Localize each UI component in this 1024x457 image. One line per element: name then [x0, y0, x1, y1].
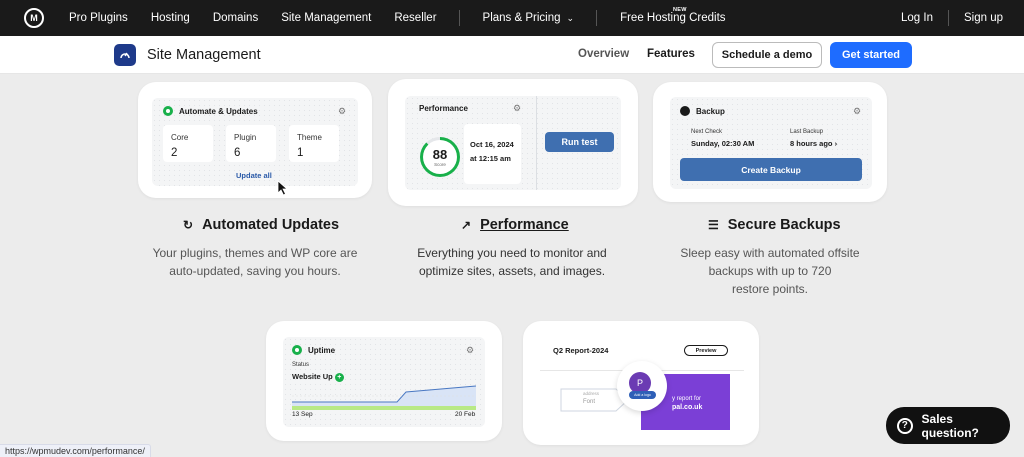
last-backup-value[interactable]: 8 hours ago › [790, 139, 837, 148]
desc-line: Your plugins, themes and WP core are [152, 246, 358, 260]
nav-site-management[interactable]: Site Management [281, 12, 371, 24]
updates-title-text: Automate & Updates [179, 106, 258, 116]
feature-title-updates: ↻ Automated Updates [183, 217, 339, 233]
backup-title-text: Backup [696, 106, 725, 116]
tile-label: Plugin [234, 133, 257, 142]
last-test-date: Oct 16, 2024 at 12:15 am [464, 124, 521, 184]
tile-value: 6 [234, 147, 241, 159]
next-check-value: Sunday, 02:30 AM [691, 139, 755, 148]
test-date: Oct 16, 2024 [470, 140, 514, 149]
get-started-button[interactable]: Get started [830, 42, 912, 68]
schedule-demo-button[interactable]: Schedule a demo [712, 42, 822, 68]
desc-line: Everything you need to monitor and [417, 246, 607, 260]
divider [536, 96, 537, 190]
core-tile: Core 2 [163, 125, 213, 162]
updates-card-title: Automate & Updates [163, 106, 258, 116]
gear-icon[interactable]: ⚙ [853, 106, 861, 117]
backup-card-title: Backup [680, 106, 725, 116]
desc-line: optimize sites, assets, and images. [418, 264, 606, 278]
theme-tile: Theme 1 [289, 125, 339, 162]
performance-card-title: Performance [419, 104, 468, 113]
signup-link[interactable]: Sign up [964, 12, 1003, 24]
nav-plans-label: Plans & Pricing [482, 12, 561, 24]
chevron-down-icon: ⌄ [566, 13, 575, 23]
tile-value: 2 [171, 147, 178, 159]
score-label: Score [434, 162, 446, 167]
gear-icon[interactable]: ⚙ [466, 345, 474, 356]
nav-divider [947, 10, 949, 26]
product-title: Site Management [147, 47, 261, 63]
uptime-icon [292, 345, 302, 355]
desc-line: backups with up to 720 [708, 264, 832, 278]
feature-desc-updates: Your plugins, themes and WP core are aut… [140, 244, 370, 280]
backup-icon [680, 106, 690, 116]
login-link[interactable]: Log In [901, 12, 933, 24]
new-badge: NEW [673, 7, 687, 13]
link-status-bar: https://wpmudev.com/performance/ [0, 444, 151, 457]
next-check-label: Next Check [691, 129, 723, 135]
report-title: Q2 Report-2024 [553, 346, 609, 355]
uptime-card-title: Uptime [292, 345, 335, 355]
uptime-title-text: Uptime [308, 345, 336, 355]
create-backup-button[interactable]: Create Backup [680, 158, 862, 181]
tile-label: Theme [297, 133, 322, 142]
nav-hosting[interactable]: Hosting [151, 12, 190, 24]
add-logo-button[interactable]: Add a logo [629, 391, 656, 399]
mouse-cursor-icon [277, 180, 289, 196]
field-small-label: address [583, 391, 600, 396]
last-backup-text: 8 hours ago [790, 139, 833, 148]
status-label: Status [292, 362, 310, 368]
nav-reseller[interactable]: Reseller [394, 12, 436, 24]
refresh-icon: ↻ [183, 218, 194, 232]
nav-domains[interactable]: Domains [213, 12, 258, 24]
uptime-chart [292, 385, 476, 410]
brand-logo[interactable]: M [24, 8, 44, 28]
feature-title-performance[interactable]: ↗ Performance [461, 217, 569, 233]
trend-up-icon: ↗ [461, 218, 472, 232]
banner-text: y report for [672, 396, 702, 402]
test-time: at 12:15 am [470, 154, 511, 163]
desc-line: Sleep easy with automated offsite [680, 246, 860, 260]
sales-question-button[interactable]: ? Sales question? [886, 407, 1010, 444]
tile-value: 1 [297, 147, 304, 159]
desc-line: auto-updated, saving you hours. [169, 264, 341, 278]
tile-label: Core [171, 133, 189, 142]
avatar-ring: P Add a logo [617, 361, 667, 411]
gear-icon[interactable]: ⚙ [338, 106, 346, 117]
updates-icon [163, 106, 173, 116]
feature-title-text: Automated Updates [202, 217, 340, 233]
banner-domain: pal.co.uk [672, 404, 703, 411]
nav-divider [596, 10, 598, 26]
chevron-right-icon: › [834, 139, 838, 148]
feature-title-text: Performance [480, 217, 569, 233]
preview-button[interactable]: Preview [684, 345, 728, 356]
features-link[interactable]: Features [647, 48, 695, 60]
feature-desc-backups: Sleep easy with automated offsite backup… [655, 244, 885, 298]
question-icon: ? [897, 417, 913, 434]
nav-divider [458, 10, 460, 26]
server-icon: ☰ [708, 218, 719, 232]
overview-link[interactable]: Overview [578, 48, 629, 60]
last-backup-label: Last Backup [790, 129, 824, 135]
top-navigation: M Pro Plugins Hosting Domains Site Manag… [0, 0, 1024, 36]
performance-score-ring: 88 Score [420, 137, 460, 177]
field-label: Font [583, 399, 596, 405]
feature-desc-performance: Everything you need to monitor and optim… [396, 244, 628, 280]
nav-pro-plugins[interactable]: Pro Plugins [69, 12, 128, 24]
run-test-button[interactable]: Run test [545, 132, 614, 152]
score-value: 88 [432, 147, 448, 162]
plugin-tile: Plugin 6 [226, 125, 276, 162]
site-management-icon [114, 44, 136, 66]
gear-icon[interactable]: ⚙ [513, 103, 521, 114]
product-subheader: Site Management Overview Features Schedu… [0, 36, 1024, 74]
uptime-end-label: 20 Feb [455, 411, 476, 418]
nav-plans-pricing[interactable]: Plans & Pricing ⌄ [483, 12, 575, 24]
sales-label: Sales question? [921, 411, 979, 440]
uptime-start-label: 13 Sep [292, 411, 313, 418]
nav-free-hosting-credits[interactable]: Free Hosting Credits [620, 12, 725, 24]
feature-title-backups: ☰ Secure Backups [708, 217, 841, 233]
desc-line: restore points. [731, 282, 809, 296]
feature-title-text: Secure Backups [727, 217, 841, 233]
update-all-link[interactable]: Update all [236, 171, 272, 180]
